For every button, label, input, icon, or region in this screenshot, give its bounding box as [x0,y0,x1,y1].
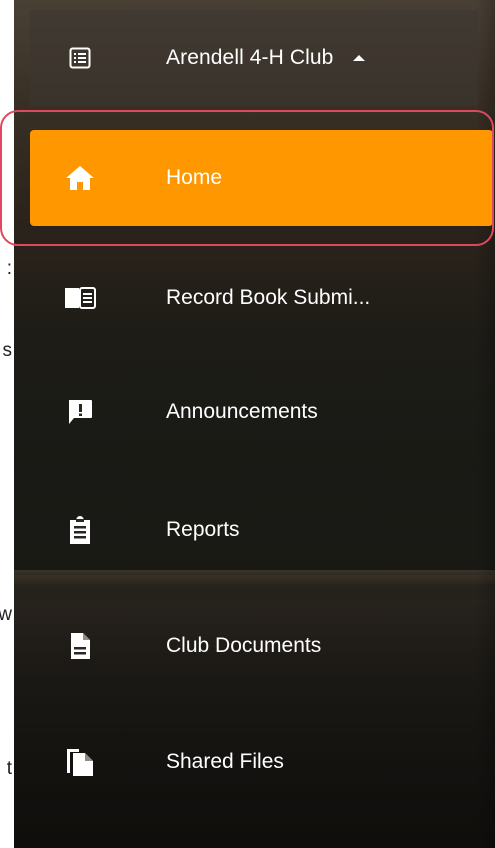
nav-item-label: Home [166,166,223,189]
list-box-icon [44,46,116,70]
nav-item-reports[interactable]: Reports [30,482,493,578]
background-page-char: t [6,758,12,779]
nav-item-label: Club Documents [166,634,322,657]
document-icon [44,632,116,660]
background-page-char: : [6,258,12,279]
announcement-icon [44,398,116,426]
nav-item-announcements[interactable]: Announcements [30,364,493,460]
nav-item-club-documents[interactable]: Club Documents [30,598,493,694]
nav-item-label: Record Book Submi... [166,286,371,309]
nav-item-label: Announcements [166,400,318,423]
nav-item-record-book[interactable]: Record Book Submi... [30,250,493,346]
club-name: Arendell 4-H Club [166,46,334,69]
background-page-char: w [0,604,12,625]
nav-item-label: Reports [166,518,240,541]
background-page-char: s [2,340,13,361]
home-icon [44,165,116,191]
navigation-drawer: Arendell 4-H Club Home Record Book Submi… [14,0,495,848]
club-selector[interactable]: Arendell 4-H Club [30,10,478,106]
record-book-icon [44,286,116,310]
nav-item-home[interactable]: Home [30,130,493,226]
clipboard-icon [44,515,116,545]
nav-item-label: Shared Files [166,750,284,773]
nav-item-shared-files[interactable]: Shared Files [30,714,493,810]
shared-files-icon [44,747,116,777]
caret-up-icon [353,55,366,61]
background-page-strip: : s w t [0,0,14,848]
screen: : s w t Arendell 4-H Club Home Record Bo… [0,0,495,848]
